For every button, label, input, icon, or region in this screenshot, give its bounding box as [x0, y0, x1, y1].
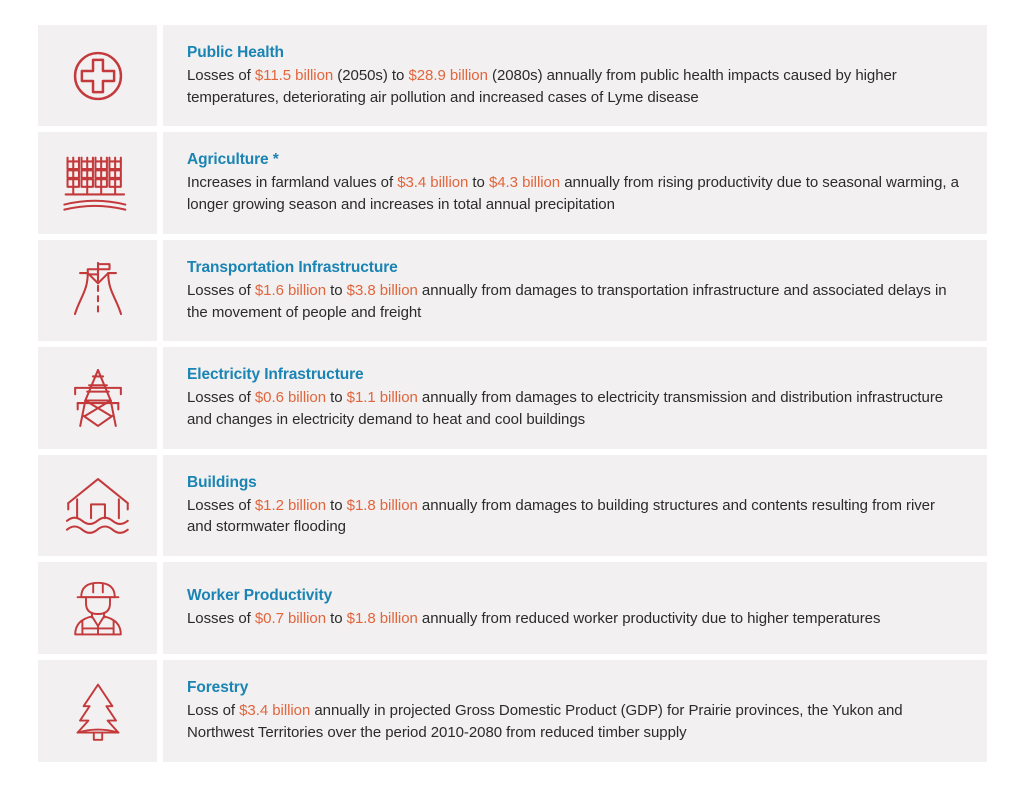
sector-icon-cell — [38, 454, 157, 557]
sector-title: Forestry — [187, 679, 249, 697]
flooded-house-icon — [63, 474, 133, 536]
cost-amount: $4.3 billion — [488, 174, 561, 192]
construction-worker-icon — [68, 576, 128, 640]
transmission-tower-icon — [66, 365, 130, 431]
sector-text-cell: Public Health Losses of $11.5 billion (20… — [163, 25, 987, 127]
sector-icon-cell — [38, 660, 157, 762]
cost-amount: $3.4 billion — [239, 702, 311, 720]
sector-title: Electricity Infrastructure — [187, 366, 364, 384]
cost-amount: $1.1 billion — [346, 389, 418, 407]
sector-description: Losses of $0.6 billion to $1.1 billion a… — [187, 387, 961, 431]
sector-text-cell: Agriculture * Increases in farmland value… — [163, 132, 987, 234]
sector-title: Agriculture * — [187, 151, 279, 169]
impact-row: Worker Productivity Losses of $0.7 billio… — [38, 562, 987, 655]
description-text: to — [326, 389, 347, 407]
impact-row: Buildings Losses of $1.2 billion to $1.8 … — [38, 454, 987, 557]
cost-amount: $0.6 billion — [254, 389, 326, 407]
description-text: to — [326, 281, 347, 299]
description-text: (2050s) to — [333, 66, 409, 84]
sector-icon-cell — [38, 132, 157, 234]
sector-icon-cell — [38, 25, 157, 127]
sector-description: Losses of $11.5 billion (2050s) to $28.9… — [187, 65, 961, 109]
sector-icon-cell — [38, 239, 157, 342]
sector-description: Loss of $3.4 billion annually in project… — [187, 700, 961, 744]
description-text: to — [326, 610, 347, 628]
description-text: Losses of — [187, 496, 255, 514]
pine-tree-icon — [68, 679, 128, 743]
sector-description: Increases in farmland values of $3.4 bil… — [187, 172, 961, 216]
description-text: Losses of — [187, 389, 255, 407]
sector-description: Losses of $0.7 billion to $1.8 billion a… — [187, 608, 961, 630]
cost-amount: $1.8 billion — [346, 610, 418, 628]
cost-amount: $0.7 billion — [254, 610, 326, 628]
description-text: Increases in farmland values of — [187, 174, 398, 192]
impact-row: Forestry Loss of $3.4 billion annually in… — [38, 660, 987, 762]
sector-title: Public Health — [187, 44, 284, 61]
impact-row: Transportation Infrastructure Losses of $… — [38, 239, 987, 342]
description-text: Losses of — [187, 66, 255, 84]
cost-amount: $11.5 billion — [254, 66, 334, 84]
description-text: to — [468, 174, 489, 192]
sector-text-cell: Buildings Losses of $1.2 billion to $1.8 … — [163, 454, 987, 557]
sector-title: Buildings — [187, 473, 257, 491]
cost-amount: $1.8 billion — [346, 496, 418, 514]
sector-text-cell: Worker Productivity Losses of $0.7 billio… — [163, 562, 987, 655]
infographic-sheet: Public Health Losses of $11.5 billion (20… — [0, 0, 1024, 791]
impact-row: Agriculture * Increases in farmland value… — [38, 132, 987, 234]
sector-description: Losses of $1.2 billion to $1.8 billion a… — [187, 495, 961, 539]
climate-impact-table: Public Health Losses of $11.5 billion (20… — [38, 25, 987, 762]
impact-row: Public Health Losses of $11.5 billion (20… — [38, 25, 987, 127]
impact-row: Electricity Infrastructure Losses of $0.6… — [38, 347, 987, 449]
sector-description: Losses of $1.6 billion to $3.8 billion a… — [187, 280, 961, 324]
wheat-stalks-icon — [62, 150, 133, 216]
cost-amount: $1.6 billion — [254, 281, 326, 299]
sector-icon-cell — [38, 347, 157, 449]
description-text: to — [326, 496, 347, 514]
cost-amount: $1.2 billion — [254, 496, 326, 514]
medical-cross-circle-icon — [67, 45, 129, 107]
description-text: Losses of — [187, 610, 255, 628]
sector-title: Worker Productivity — [187, 587, 333, 605]
sector-title: Transportation Infrastructure — [187, 258, 398, 276]
sector-text-cell: Forestry Loss of $3.4 billion annually in… — [163, 660, 987, 762]
cost-amount: $28.9 billion — [408, 66, 488, 84]
cost-amount: $3.8 billion — [346, 281, 418, 299]
sector-icon-cell — [38, 562, 157, 655]
description-text: Loss of — [187, 702, 240, 720]
cost-amount: $3.4 billion — [397, 174, 469, 192]
sector-text-cell: Transportation Infrastructure Losses of $… — [163, 239, 987, 342]
highway-road-sign-icon — [66, 259, 130, 323]
description-text: Losses of — [187, 281, 255, 299]
description-text: annually from reduced worker productivit… — [417, 610, 881, 628]
sector-text-cell: Electricity Infrastructure Losses of $0.6… — [163, 347, 987, 449]
